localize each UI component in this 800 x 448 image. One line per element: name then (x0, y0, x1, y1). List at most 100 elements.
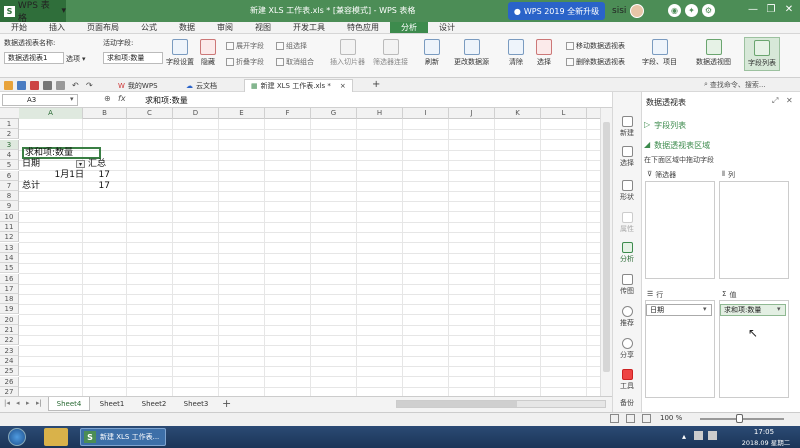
close-button[interactable]: ✕ (782, 3, 796, 17)
tab-home[interactable]: 开始 (0, 22, 38, 33)
cell-a3[interactable]: 求和项:数量 (22, 147, 101, 159)
zoom-level[interactable]: 100 % (660, 414, 682, 422)
tab-formula[interactable]: 公式 (130, 22, 168, 33)
column-header-i[interactable]: I (403, 108, 449, 119)
options-button[interactable]: 选项 ▾ (66, 54, 86, 64)
row-header-11[interactable]: 11 (0, 222, 19, 232)
collapse-field-button[interactable]: 折叠字段 (226, 57, 264, 67)
tab-design[interactable]: 设计 (428, 22, 466, 33)
preview-icon[interactable] (56, 81, 65, 90)
pin-icon[interactable]: ⤢ (772, 96, 778, 106)
row-header-22[interactable]: 22 (0, 335, 19, 346)
column-drop-area[interactable] (719, 181, 789, 279)
export-pdf-icon[interactable] (30, 81, 39, 90)
first-sheet-icon[interactable]: |◂ (4, 399, 10, 407)
close-tab-icon[interactable]: × (340, 82, 346, 90)
clock-date[interactable]: 2018.09 星期二 (734, 437, 798, 447)
upgrade-button[interactable]: ● WPS 2019 全新升级 (508, 2, 605, 20)
tab-special[interactable]: 特色应用 (336, 22, 390, 33)
side-analyze-button[interactable]: 分析 (612, 242, 642, 264)
explorer-taskbar-icon[interactable] (44, 428, 68, 446)
scroll-thumb[interactable] (397, 401, 517, 407)
row-header-6[interactable]: 6 (0, 170, 19, 181)
add-sheet-button[interactable]: + (222, 397, 231, 410)
tab-insert[interactable]: 插入 (38, 22, 76, 33)
row-header-21[interactable]: 21 (0, 325, 19, 335)
pivot-area-toggle[interactable]: ◢ 数据透视表区域 (644, 140, 710, 151)
app-menu-button[interactable]: S WPS 表格 ▾ (0, 0, 66, 24)
user-account[interactable]: sisi (612, 2, 645, 20)
wps-taskbar-button[interactable]: S 新建 XLS 工作表... (80, 428, 166, 446)
pivot-name-input[interactable]: 数据透视表1 (4, 52, 64, 64)
restore-button[interactable]: ❐ (764, 3, 778, 17)
side-select-button[interactable]: 选择 (612, 146, 642, 168)
doc-tab-workbook[interactable]: ▦ 新建 XLS 工作表.xls * × (244, 79, 353, 92)
cancel-group-button[interactable]: 取消组合 (276, 57, 314, 67)
column-header-l[interactable]: L (541, 108, 587, 119)
undo-icon[interactable]: ↶ (72, 81, 81, 90)
cell-b4[interactable]: 汇总 (88, 159, 106, 169)
row-header-26[interactable]: 26 (0, 376, 19, 387)
column-header-j[interactable]: J (449, 108, 495, 119)
row-header-10[interactable]: 10 (0, 211, 19, 222)
page-layout-icon[interactable] (626, 414, 635, 423)
pivot-chart-button[interactable]: 数据透视图 (696, 39, 731, 67)
prev-sheet-icon[interactable]: ◂ (16, 399, 20, 407)
row-header-19[interactable]: 19 (0, 304, 19, 315)
tab-view[interactable]: 视图 (244, 22, 282, 33)
sheet-tab-sheet3[interactable]: Sheet3 (176, 397, 216, 411)
minimize-button[interactable]: — (746, 3, 760, 17)
side-backup-button[interactable]: 备份 (612, 398, 642, 408)
sheet-tab-sheet1[interactable]: Sheet1 (92, 397, 132, 411)
skin-icon[interactable]: ✦ (685, 4, 698, 17)
cell-a5[interactable]: 1月1日 (22, 170, 84, 180)
print-icon[interactable] (43, 81, 52, 90)
name-box[interactable]: A3 (2, 94, 78, 106)
start-button[interactable] (8, 428, 26, 446)
open-icon[interactable] (4, 81, 13, 90)
chevron-down-icon[interactable]: ▾ (703, 305, 707, 313)
column-header-a[interactable]: A (19, 108, 83, 119)
move-pivot-button[interactable]: 移动数据透视表 (566, 41, 625, 51)
row-header-9[interactable]: 9 (0, 201, 19, 212)
tab-developer[interactable]: 开发工具 (282, 22, 336, 33)
new-tab-button[interactable]: + (372, 79, 380, 90)
row-header-18[interactable]: 18 (0, 294, 19, 305)
column-header-g[interactable]: G (311, 108, 357, 119)
fx-icon[interactable]: fx (118, 94, 126, 103)
fields-items-button[interactable]: 字段、项目 (642, 39, 677, 67)
column-header-k[interactable]: K (495, 108, 541, 119)
delete-pivot-button[interactable]: 删除数据透视表 (566, 57, 625, 67)
zoom-icon[interactable]: ⊕ (104, 94, 111, 103)
refresh-button[interactable]: 刷新 (424, 39, 440, 67)
horizontal-scrollbar[interactable] (396, 400, 606, 408)
row-header-13[interactable]: 13 (0, 242, 19, 253)
column-header-c[interactable]: C (127, 108, 173, 119)
side-shape-button[interactable]: 形状 (612, 180, 642, 202)
chevron-down-icon[interactable]: ▾ (70, 95, 74, 103)
zoom-slider-thumb[interactable] (736, 414, 743, 423)
row-header-7[interactable]: 7 (0, 180, 19, 191)
tab-data[interactable]: 数据 (168, 22, 206, 33)
active-field-input[interactable]: 求和项:数量 (103, 52, 163, 64)
last-sheet-icon[interactable]: ▸| (36, 399, 42, 407)
next-sheet-icon[interactable]: ▸ (26, 399, 30, 407)
tab-review[interactable]: 审阅 (206, 22, 244, 33)
cell-b6[interactable]: 17 (86, 181, 110, 191)
cell-a6[interactable]: 总计 (22, 181, 40, 191)
scroll-thumb[interactable] (603, 122, 610, 372)
command-search[interactable]: ⌕ 查找命令、搜索... (704, 80, 766, 90)
expand-field-button[interactable]: 展开字段 (226, 41, 264, 51)
side-share-button[interactable]: 分享 (612, 338, 642, 360)
row-header-4[interactable]: 4 (0, 149, 19, 160)
side-properties-button[interactable]: 属性 (612, 212, 642, 234)
side-recommend-button[interactable]: 推荐 (612, 306, 642, 328)
settings-icon[interactable]: ⚙ (702, 4, 715, 17)
row-header-20[interactable]: 20 (0, 314, 19, 325)
tray-network-icon[interactable] (694, 431, 703, 440)
field-list-button[interactable]: 字段列表 (744, 37, 780, 71)
row-header-24[interactable]: 24 (0, 355, 19, 366)
select-button[interactable]: 选择 (536, 39, 552, 67)
row-header-8[interactable]: 8 (0, 191, 19, 202)
row-header-14[interactable]: 14 (0, 252, 19, 263)
